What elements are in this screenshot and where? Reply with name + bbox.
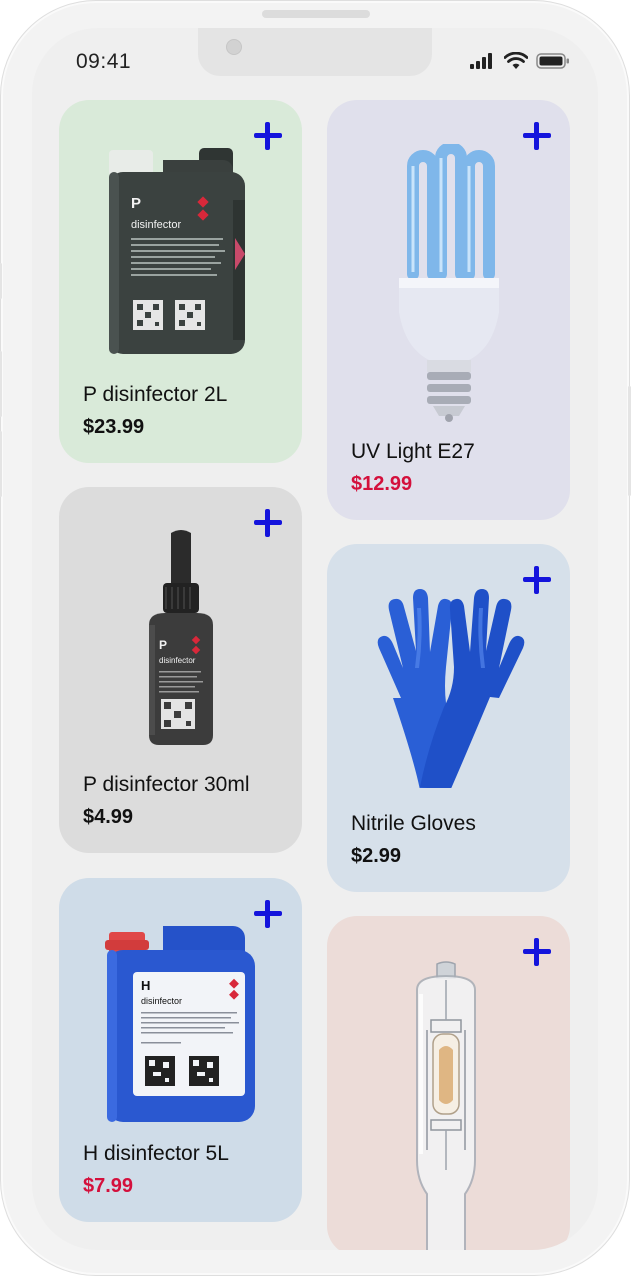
product-price: $2.99 (351, 845, 402, 867)
product-card-h-disinfector-5l[interactable]: H disinfector H disinfector 5L $7.99 (59, 878, 302, 1222)
product-price: $4.99 (83, 806, 134, 828)
add-to-cart-button[interactable] (252, 120, 284, 152)
side-button-volume-down (0, 431, 2, 497)
screen: P disinfector P disinfector 2L $23.99 UV… (32, 28, 598, 1250)
product-card-nitrile-gloves[interactable]: Nitrile Gloves $2.99 (327, 544, 570, 892)
battery-icon (536, 53, 569, 69)
dropper-bottle-icon: P disinfector (149, 530, 213, 745)
product-name: Nitrile Gloves (351, 812, 476, 835)
front-camera (226, 39, 242, 55)
blue-canister-icon: H disinfector (105, 926, 255, 1122)
wifi-icon (504, 52, 528, 69)
product-price: $23.99 (83, 416, 145, 438)
canister-icon: P disinfector (109, 148, 245, 354)
blue-canister-word: disinfector (141, 996, 182, 1006)
top-speaker (262, 10, 370, 18)
product-name: UV Light E27 (351, 440, 475, 463)
side-button-volume-up (0, 351, 2, 417)
add-to-cart-button[interactable] (252, 507, 284, 539)
product-card-halide-lamp[interactable] (327, 916, 570, 1250)
canister-letter: P (131, 195, 141, 212)
blue-canister-letter: H (141, 978, 150, 993)
product-name: H disinfector 5L (83, 1142, 229, 1165)
product-price: $12.99 (351, 473, 413, 495)
uv-bulb-icon (399, 144, 499, 422)
status-icons (470, 52, 570, 70)
product-card-p-disinfector-30ml[interactable]: P disinfector P disinfector 30ml $4.99 (59, 487, 302, 853)
status-time: 09:41 (76, 50, 132, 73)
canister-word: disinfector (131, 219, 181, 231)
dropper-word: disinfector (159, 656, 196, 665)
product-price: $7.99 (83, 1175, 134, 1197)
halide-lamp-icon (416, 961, 476, 1250)
add-to-cart-button[interactable] (521, 120, 553, 152)
product-card-p-disinfector-2l[interactable]: P disinfector P disinfector 2L $23.99 (59, 100, 302, 463)
product-card-uv-light-e27[interactable]: UV Light E27 $12.99 (327, 100, 570, 520)
gloves-icon (377, 589, 525, 788)
dropper-letter: P (159, 638, 167, 652)
side-button-power (628, 386, 631, 496)
product-name: P disinfector 2L (83, 383, 228, 406)
side-button-mute (0, 263, 2, 299)
signal-icon (470, 53, 492, 69)
product-name: P disinfector 30ml (83, 773, 250, 796)
add-to-cart-button[interactable] (521, 936, 553, 968)
